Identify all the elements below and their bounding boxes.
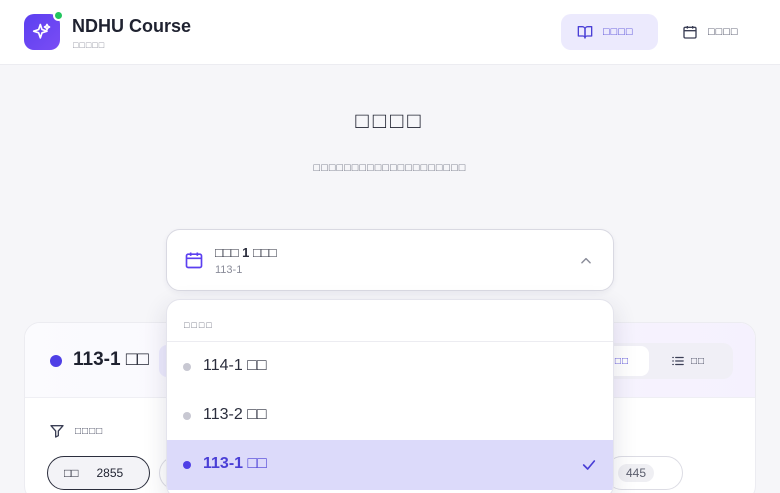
semester-select[interactable]: □□□ 1 □□□ 113-1 bbox=[166, 229, 614, 291]
app-title: NDHU Course bbox=[72, 16, 192, 36]
semester-option[interactable]: 114-1 □□ bbox=[167, 342, 613, 392]
count-badge: 445 bbox=[618, 464, 655, 482]
semester-select-value: 113-1 bbox=[215, 264, 243, 276]
option-label: 113-2 □□ bbox=[203, 406, 267, 423]
nav-courses-button[interactable]: □□□□ bbox=[561, 14, 658, 50]
semester-option[interactable]: 113-2 □□ bbox=[167, 391, 613, 441]
option-dot bbox=[183, 363, 191, 371]
check-icon bbox=[582, 460, 596, 470]
count-pill-label: □□ bbox=[64, 466, 79, 480]
nav-courses-label: □□□□ bbox=[603, 26, 634, 38]
view-list-label: □□ bbox=[691, 355, 706, 367]
semester-option-selected[interactable]: 113-1 □□ bbox=[167, 440, 613, 490]
nav-schedule-label: □□□□ bbox=[708, 26, 739, 38]
calendar-icon bbox=[185, 252, 203, 269]
option-dot bbox=[183, 461, 191, 469]
chevron-up-icon bbox=[581, 257, 591, 264]
list-icon bbox=[672, 356, 684, 366]
filter-row[interactable]: □□□□ bbox=[49, 423, 103, 439]
option-label: 114-1 □□ bbox=[203, 357, 267, 374]
nav-schedule-button[interactable]: □□□□ bbox=[666, 14, 766, 50]
semester-title: 113-1 □□ bbox=[73, 349, 149, 370]
semester-select-label: □□□ 1 □□□ bbox=[215, 245, 277, 260]
option-dot bbox=[183, 412, 191, 420]
count-pill-other[interactable]: 445 bbox=[605, 456, 683, 490]
app-subtitle: □□□□□ bbox=[73, 40, 106, 50]
semester-dot bbox=[50, 355, 62, 367]
option-label: 113-1 □□ bbox=[203, 455, 267, 472]
top-header: NDHU Course □□□□□ □□□□ □□□□ bbox=[0, 0, 780, 65]
count-pill-value: 2855 bbox=[96, 466, 124, 480]
page-description: □□□□□□□□□□□□□□□□□□□□ bbox=[313, 162, 467, 174]
dropdown-header: □□□□ bbox=[184, 320, 214, 330]
book-open-icon bbox=[577, 26, 593, 39]
view-list-button[interactable]: □□ bbox=[661, 346, 729, 376]
calendar-icon bbox=[683, 26, 697, 39]
sparkles-icon bbox=[32, 23, 51, 39]
semester-dropdown: □□□□ 114-1 □□ 113-2 □□ 113-1 □□ bbox=[166, 299, 614, 493]
filter-icon bbox=[50, 425, 64, 438]
page-title: □□□□ bbox=[355, 108, 425, 133]
view-grid-label: □□ bbox=[614, 355, 629, 367]
count-pill-all[interactable]: □□ 2855 bbox=[47, 456, 150, 490]
status-dot bbox=[53, 10, 64, 21]
filter-label: □□□□ bbox=[75, 425, 104, 437]
